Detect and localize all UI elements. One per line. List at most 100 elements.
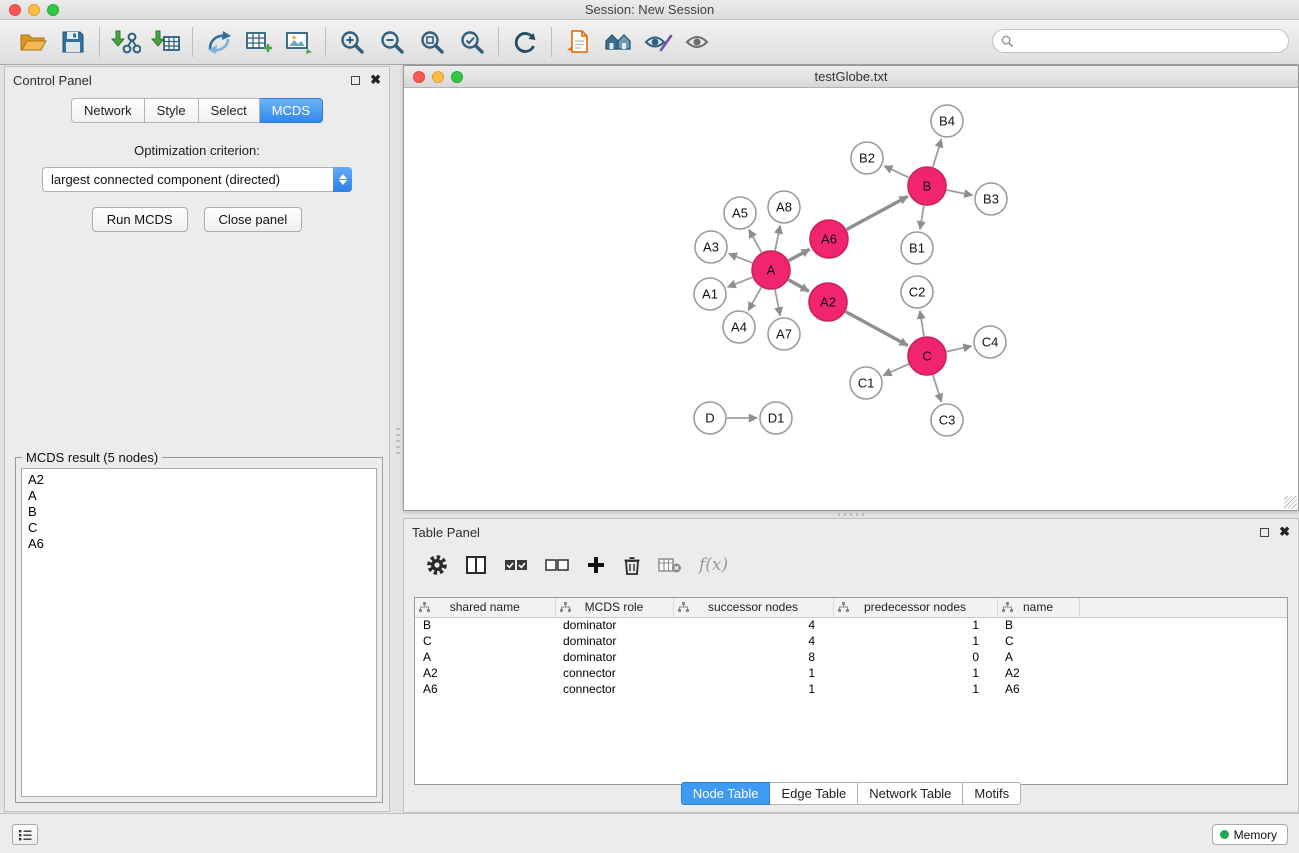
graph-edge-A-A3[interactable] [729,254,753,263]
zoom-in-icon[interactable] [335,25,369,59]
table-cell[interactable]: A2 [415,665,555,681]
table-cell[interactable]: 4 [673,617,833,633]
table-cell[interactable]: dominator [555,617,673,633]
table-cell[interactable]: C [997,633,1079,649]
add-column-icon[interactable] [586,555,606,575]
column-header[interactable]: successor nodes [673,598,833,617]
table-cell[interactable]: 1 [673,681,833,697]
resize-grip[interactable] [1284,496,1297,509]
home-networks-icon[interactable] [601,25,635,59]
table-cell[interactable]: 8 [673,649,833,665]
open-session-icon[interactable] [16,25,50,59]
graph-edge-B-B1[interactable] [920,206,924,229]
graph-edge-A2-C[interactable] [846,312,908,346]
graph-edge-A-A1[interactable] [728,277,753,287]
show-columns-icon[interactable] [465,555,487,575]
graph-edge-A-A4[interactable] [748,287,761,310]
zoom-selected-icon[interactable] [455,25,489,59]
graph-node-C1[interactable]: C1 [850,367,882,399]
column-header[interactable]: predecessor nodes [833,598,997,617]
table-cell[interactable]: connector [555,665,673,681]
table-close-panel-icon[interactable]: ✖ [1279,527,1290,537]
graph-node-B3[interactable]: B3 [975,183,1007,215]
graph-edge-C-C3[interactable] [933,375,941,402]
graph-node-C[interactable]: C [908,337,946,375]
apply-layout-icon[interactable] [508,25,542,59]
delete-column-icon[interactable] [623,555,641,576]
zoom-fit-icon[interactable] [415,25,449,59]
table-cell[interactable]: 0 [833,649,997,665]
table-cell[interactable]: 1 [673,665,833,681]
result-item[interactable]: A2 [28,472,376,488]
table-cell[interactable]: 4 [673,633,833,649]
minimize-window-button[interactable] [28,4,40,16]
float-panel-icon[interactable] [351,76,360,85]
tab-mcds[interactable]: MCDS [260,98,323,123]
eye-icon[interactable] [681,25,715,59]
graph-edge-B-B3[interactable] [947,190,973,195]
import-table-icon[interactable] [149,25,183,59]
select-all-icon[interactable] [504,556,528,574]
table-row[interactable]: A6connector11A6 [415,681,1287,697]
graph-node-D[interactable]: D [694,402,726,434]
graph-edge-A6-B[interactable] [847,196,908,229]
open-file-icon[interactable] [561,25,595,59]
network-zoom-button[interactable] [451,71,463,83]
search-field[interactable] [992,29,1289,53]
mcds-result-list[interactable]: A2ABCA6 [21,468,377,797]
table-row[interactable]: Bdominator41B [415,617,1287,633]
tab-style[interactable]: Style [145,98,199,123]
splitter-handle-horizontal[interactable] [838,513,864,516]
table-cell[interactable]: B [997,617,1079,633]
result-item[interactable]: A6 [28,536,376,552]
graph-node-A3[interactable]: A3 [695,231,727,263]
deselect-all-icon[interactable] [545,556,569,574]
network-canvas[interactable]: B4B2BB3A5A8A6A3AB1A1A2C2A4A7C4CC1DD1C3 [404,88,1298,510]
network-window-titlebar[interactable]: testGlobe.txt [404,66,1298,88]
graph-node-A[interactable]: A [752,251,790,289]
tab-network-table[interactable]: Network Table [858,782,963,805]
node-table[interactable]: shared nameMCDS rolesuccessor nodesprede… [414,597,1288,785]
table-cell[interactable]: dominator [555,649,673,665]
column-header[interactable]: name [997,598,1079,617]
graph-node-B[interactable]: B [908,167,946,205]
table-cell[interactable]: 1 [833,681,997,697]
table-float-panel-icon[interactable] [1260,528,1269,537]
run-mcds-button[interactable]: Run MCDS [92,207,188,232]
graph-edge-A-A2[interactable] [788,280,808,291]
graph-node-A6[interactable]: A6 [810,220,848,258]
zoom-out-icon[interactable] [375,25,409,59]
result-item[interactable]: B [28,504,376,520]
close-panel-icon[interactable]: ✖ [370,75,381,85]
tab-network[interactable]: Network [71,98,145,123]
graphics-details-icon[interactable] [641,25,675,59]
table-cell[interactable]: connector [555,681,673,697]
result-item[interactable]: A [28,488,376,504]
table-cell[interactable]: 1 [833,617,997,633]
tab-motifs[interactable]: Motifs [963,782,1021,805]
tab-node-table[interactable]: Node Table [681,782,771,805]
graph-node-C4[interactable]: C4 [974,326,1006,358]
tab-select[interactable]: Select [199,98,260,123]
graph-node-C3[interactable]: C3 [931,404,963,436]
table-cell[interactable]: 1 [833,633,997,649]
table-cell[interactable]: A6 [997,681,1079,697]
graph-node-A8[interactable]: A8 [768,191,800,223]
memory-button[interactable]: Memory [1212,824,1288,845]
table-cell[interactable]: dominator [555,633,673,649]
zoom-window-button[interactable] [47,4,59,16]
table-settings-gear-icon[interactable] [426,554,448,576]
close-window-button[interactable] [9,4,21,16]
graph-node-B1[interactable]: B1 [901,232,933,264]
network-graph[interactable]: B4B2BB3A5A8A6A3AB1A1A2C2A4A7C4CC1DD1C3 [404,88,1298,510]
graph-node-A4[interactable]: A4 [723,311,755,343]
graph-node-A7[interactable]: A7 [768,318,800,350]
search-input[interactable] [1019,34,1269,49]
splitter-handle-vertical[interactable] [396,428,400,454]
table-cell[interactable]: 1 [833,665,997,681]
table-row[interactable]: Adominator80A [415,649,1287,665]
save-session-icon[interactable] [56,25,90,59]
table-cell[interactable]: A2 [997,665,1079,681]
graph-node-B4[interactable]: B4 [931,105,963,137]
new-table-icon[interactable] [242,25,276,59]
